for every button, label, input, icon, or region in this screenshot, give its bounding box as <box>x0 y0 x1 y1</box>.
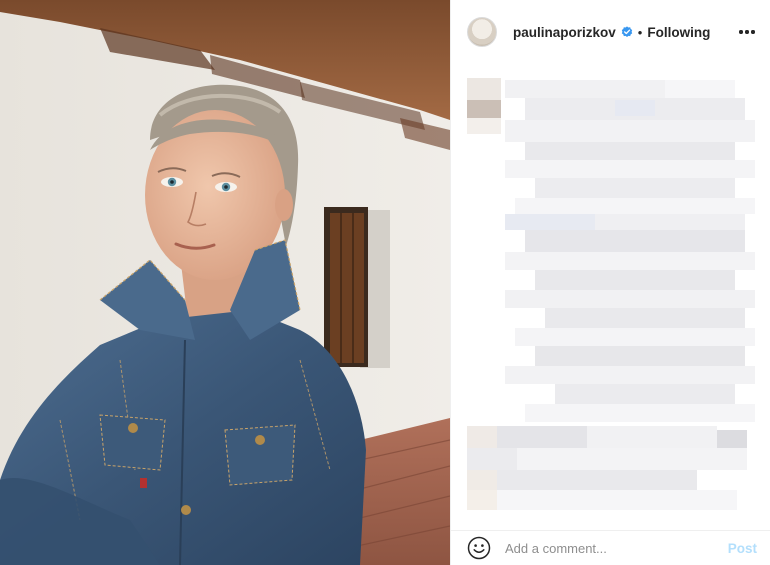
separator-dot: • <box>637 24 643 40</box>
verified-badge-icon <box>621 26 633 38</box>
username-link[interactable]: paulinaporizkov <box>513 25 616 40</box>
post-header: paulinaporizkov • Following <box>451 0 770 64</box>
more-options-icon[interactable] <box>737 22 757 42</box>
comment-bar: Post <box>451 530 770 565</box>
post-photo[interactable] <box>0 0 450 565</box>
post-comment-button[interactable]: Post <box>728 541 757 556</box>
emoji-smiley-icon[interactable] <box>467 536 491 560</box>
avatar[interactable] <box>467 17 497 47</box>
blurred-caption <box>465 70 761 530</box>
comment-input[interactable] <box>505 540 720 556</box>
instagram-post: paulinaporizkov • Following Add a commen… <box>0 0 770 565</box>
pixelated-caption-blur <box>467 78 755 510</box>
photo-illustration <box>0 0 450 565</box>
post-side-panel: paulinaporizkov • Following Add a commen… <box>450 0 770 565</box>
following-button[interactable]: Following <box>647 25 710 40</box>
